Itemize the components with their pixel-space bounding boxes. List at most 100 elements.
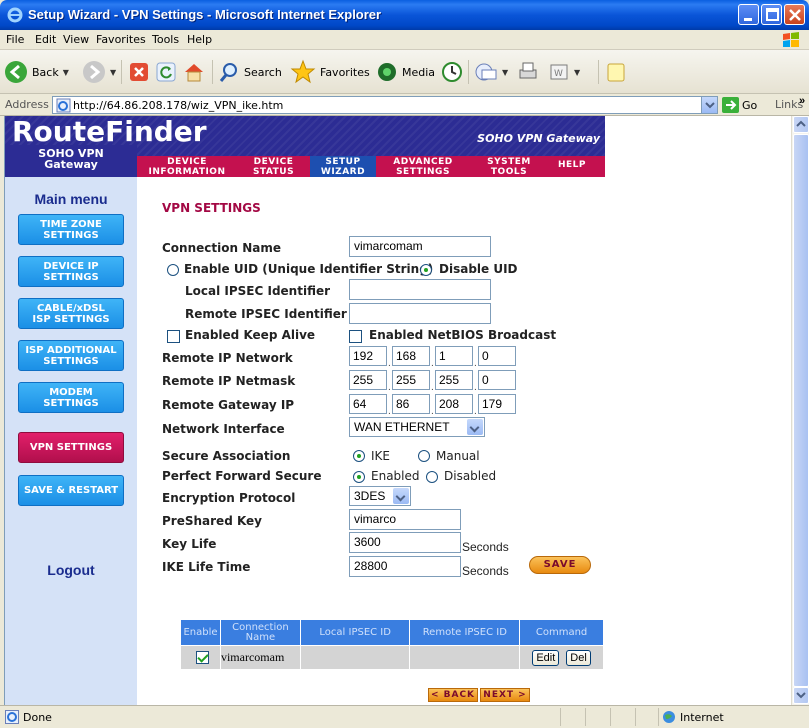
sidebar-item-vpn-settings[interactable]: VPN SETTINGS: [18, 432, 124, 463]
remote-mask-octet-3[interactable]: 255: [435, 370, 473, 390]
remote-ipsec-id-input[interactable]: [349, 303, 491, 324]
remote-gw-octet-4[interactable]: 179: [478, 394, 516, 414]
connection-table: Enable Connection Name Local IPSEC ID Re…: [180, 619, 604, 670]
column-header: Remote IPSEC ID: [409, 619, 521, 646]
local-id-cell: [299, 645, 411, 670]
search-button[interactable]: Search: [218, 56, 282, 88]
keep-alive-checkbox[interactable]: [167, 330, 180, 343]
mail-button[interactable]: ▼: [474, 56, 508, 88]
sidebar-item-device-ip[interactable]: DEVICE IP SETTINGS: [18, 256, 124, 287]
remote-mask-octet-1[interactable]: 255: [349, 370, 387, 390]
vertical-scrollbar[interactable]: [791, 116, 809, 705]
history-button[interactable]: [440, 56, 464, 88]
menu-file[interactable]: File: [6, 33, 24, 46]
remote-ip-octet-3[interactable]: 1: [435, 346, 473, 366]
row-enable-checkbox[interactable]: [196, 651, 209, 664]
menu-edit[interactable]: Edit: [35, 33, 56, 46]
scroll-up-button[interactable]: [793, 116, 809, 133]
back-wizard-button[interactable]: < BACK: [428, 688, 478, 702]
nav-advanced-settings[interactable]: ADVANCED SETTINGS: [376, 156, 470, 177]
print-button[interactable]: [516, 56, 540, 88]
logout-link[interactable]: Logout: [5, 562, 137, 578]
brand-sub: SOHO VPN Gateway: [5, 145, 137, 177]
remote-gw-octet-2[interactable]: 86: [392, 394, 430, 414]
enable-uid-radio[interactable]: [167, 264, 179, 276]
menu-help[interactable]: Help: [187, 33, 212, 46]
encryption-protocol-select[interactable]: 3DES: [349, 486, 411, 506]
network-interface-select[interactable]: WAN ETHERNET: [349, 417, 485, 437]
address-dropdown-button[interactable]: [701, 97, 717, 113]
sidebar-item-cable-xdsl[interactable]: CABLE/xDSL ISP SETTINGS: [18, 298, 124, 329]
disable-uid-radio[interactable]: [420, 264, 432, 276]
nav-device-information[interactable]: DEVICE INFORMATION: [137, 156, 237, 177]
forward-button[interactable]: ▼: [82, 56, 116, 88]
encryption-protocol-label: Encryption Protocol: [162, 491, 296, 505]
refresh-button[interactable]: [155, 56, 177, 88]
key-life-input[interactable]: 3600: [349, 532, 461, 553]
media-button[interactable]: Media: [376, 56, 435, 88]
menu-bar: File Edit View Favorites Tools Help: [0, 30, 809, 50]
maximize-button[interactable]: [761, 4, 782, 25]
remote-ip-octet-4[interactable]: 0: [478, 346, 516, 366]
back-button[interactable]: Back ▼: [4, 56, 69, 88]
print-icon: [519, 62, 537, 79]
home-button[interactable]: [182, 56, 206, 88]
nav-setup-wizard[interactable]: SETUP WIZARD: [310, 156, 376, 177]
scroll-thumb[interactable]: [793, 134, 809, 687]
remote-mask-octet-4[interactable]: 0: [478, 370, 516, 390]
search-icon: [219, 63, 237, 82]
nav-system-tools[interactable]: SYSTEM TOOLS: [470, 156, 548, 177]
pfs-label: Perfect Forward Secure: [162, 469, 322, 483]
netbios-checkbox[interactable]: [349, 330, 362, 343]
maximize-icon: [766, 8, 779, 21]
delete-button[interactable]: Del: [566, 649, 591, 666]
ike-radio[interactable]: [353, 450, 365, 462]
favorites-button[interactable]: Favorites: [290, 56, 370, 88]
edit-button[interactable]: W ▼: [548, 56, 580, 88]
address-label: Address: [5, 98, 49, 111]
local-ipsec-id-input[interactable]: [349, 279, 491, 300]
menu-tools[interactable]: Tools: [152, 33, 179, 46]
column-header: Connection Name: [219, 619, 301, 646]
sidebar-item-modem[interactable]: MODEM SETTINGS: [18, 382, 124, 413]
nav-help[interactable]: HELP: [548, 156, 596, 177]
ike-life-input[interactable]: 28800: [349, 556, 461, 577]
remote-gw-octet-1[interactable]: 64: [349, 394, 387, 414]
close-button[interactable]: [784, 4, 805, 25]
pfs-disabled-radio[interactable]: [426, 471, 438, 483]
sidebar-item-time-zone[interactable]: TIME ZONE SETTINGS: [18, 214, 124, 245]
menu-favorites[interactable]: Favorites: [96, 33, 146, 46]
address-input[interactable]: http://64.86.208.178/wiz_VPN_ike.htm: [52, 96, 718, 114]
preshared-key-input[interactable]: vimarco: [349, 509, 461, 530]
title-bar: Setup Wizard - VPN Settings - Microsoft …: [0, 0, 809, 30]
next-wizard-button[interactable]: NEXT >: [480, 688, 530, 702]
ie-page-icon: [56, 98, 71, 113]
save-button[interactable]: SAVE: [529, 556, 591, 574]
chevron-up-icon: [796, 120, 806, 127]
manual-radio[interactable]: [418, 450, 430, 462]
forward-arrow-icon: [83, 61, 105, 83]
connection-name-input[interactable]: vimarcomam: [349, 236, 491, 257]
menu-view[interactable]: View: [63, 33, 89, 46]
go-button[interactable]: Go: [722, 97, 757, 113]
remote-gateway-label: Remote Gateway IP: [162, 398, 295, 412]
remote-ip-octet-2[interactable]: 168: [392, 346, 430, 366]
remote-mask-octet-2[interactable]: 255: [392, 370, 430, 390]
messenger-button[interactable]: [606, 56, 626, 88]
pfs-enabled-radio[interactable]: [353, 471, 365, 483]
chevron-right-icon[interactable]: »: [799, 95, 805, 107]
remote-ip-octet-1[interactable]: 192: [349, 346, 387, 366]
remote-gw-octet-3[interactable]: 208: [435, 394, 473, 414]
stop-button[interactable]: [128, 56, 150, 88]
windows-flag-icon: [783, 32, 799, 47]
nav-device-status[interactable]: DEVICE STATUS: [237, 156, 310, 177]
go-arrow-icon: [722, 97, 739, 113]
scroll-down-button[interactable]: [793, 687, 809, 704]
address-bar: Address http://64.86.208.178/wiz_VPN_ike…: [0, 94, 809, 116]
minimize-button[interactable]: [738, 4, 759, 25]
sidebar-item-isp-additional[interactable]: ISP ADDITIONAL SETTINGS: [18, 340, 124, 371]
manual-label: Manual: [436, 449, 480, 463]
edit-button[interactable]: Edit: [532, 649, 560, 666]
secure-association-label: Secure Association: [162, 449, 291, 463]
sidebar-item-save-restart[interactable]: SAVE & RESTART: [18, 475, 124, 506]
